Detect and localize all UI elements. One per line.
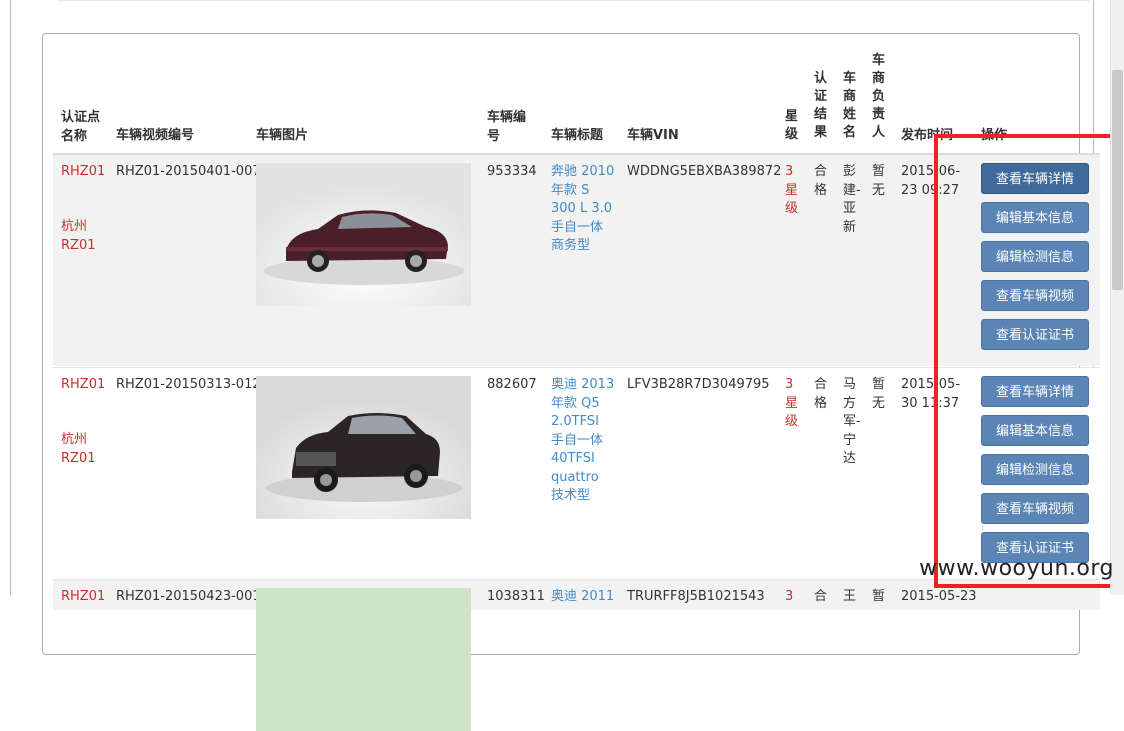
- car-image[interactable]: [256, 588, 471, 731]
- vehicle-title-link[interactable]: 奔驰 2010年款 S 300 L 3.0 手自一体 商务型: [551, 163, 615, 256]
- star-rating: 3: [785, 589, 794, 604]
- vin: TRURFF8J5B1021543: [627, 589, 765, 604]
- header-dealer-owner: 车商负责人: [872, 53, 886, 140]
- header-vin: 车辆VIN: [627, 128, 679, 143]
- cert-code-link[interactable]: RHZ01: [61, 588, 105, 607]
- publish-time: 2015-05-23: [901, 589, 977, 604]
- dealer-owner: 暂无: [872, 164, 886, 198]
- header-result: 认证结果: [814, 71, 828, 140]
- vin: LFV3B28R7D3049795: [627, 377, 770, 392]
- cert-code-link[interactable]: RHZ01: [61, 376, 105, 395]
- cert-result: 合格: [814, 377, 828, 411]
- vehicle-no: 882607: [487, 377, 537, 392]
- car-image[interactable]: [256, 163, 471, 306]
- dealer-name: 王: [843, 589, 857, 604]
- vehicle-title-link[interactable]: 奥迪 2011: [551, 588, 614, 607]
- header-title: 车辆标题: [551, 128, 604, 143]
- dealer-name: 彭建-亚新: [843, 164, 861, 235]
- header-dealer-name: 车商姓名: [843, 71, 857, 140]
- dealer-name: 马方军-宁达: [843, 377, 861, 466]
- header-vehicle-no: 车辆编号: [487, 110, 527, 144]
- vertical-scrollbar[interactable]: [1110, 0, 1124, 595]
- video-no: RHZ01-20150423-001: [116, 589, 261, 604]
- cert-code-link[interactable]: RHZ01: [61, 163, 105, 182]
- scrollbar-thumb[interactable]: [1112, 70, 1123, 290]
- cert-name-link[interactable]: 杭州RZ01: [61, 431, 103, 468]
- header-image: 车辆图片: [256, 128, 309, 143]
- video-no: RHZ01-20150313-012: [116, 377, 261, 392]
- star-rating: 3星级: [785, 164, 799, 216]
- vin: WDDNG5EBXBA389872: [627, 164, 782, 179]
- video-no: RHZ01-20150401-007: [116, 164, 261, 179]
- red-highlight-box: [934, 134, 1114, 588]
- vehicle-no: 953334: [487, 164, 537, 179]
- vehicle-title-link[interactable]: 奥迪 2013年款 Q5 2.0TFSI 手自一体 40TFSI quattro…: [551, 376, 615, 506]
- header-cert-point: 认证点名称: [61, 110, 101, 144]
- cert-result: 合格: [814, 164, 828, 198]
- divider: [58, 0, 1090, 1]
- cert-result: 合: [814, 589, 828, 604]
- dealer-owner: 暂无: [872, 377, 886, 411]
- header-star: 星级: [785, 109, 799, 142]
- cert-name-link[interactable]: 杭州RZ01: [61, 218, 103, 255]
- vehicle-no: 1038311: [487, 589, 545, 604]
- header-video-no: 车辆视频编号: [116, 128, 195, 143]
- dealer-owner: 暂: [872, 589, 886, 604]
- watermark: www.wooyun.org: [919, 556, 1114, 581]
- star-rating: 3星级: [785, 377, 799, 429]
- car-image[interactable]: [256, 376, 471, 519]
